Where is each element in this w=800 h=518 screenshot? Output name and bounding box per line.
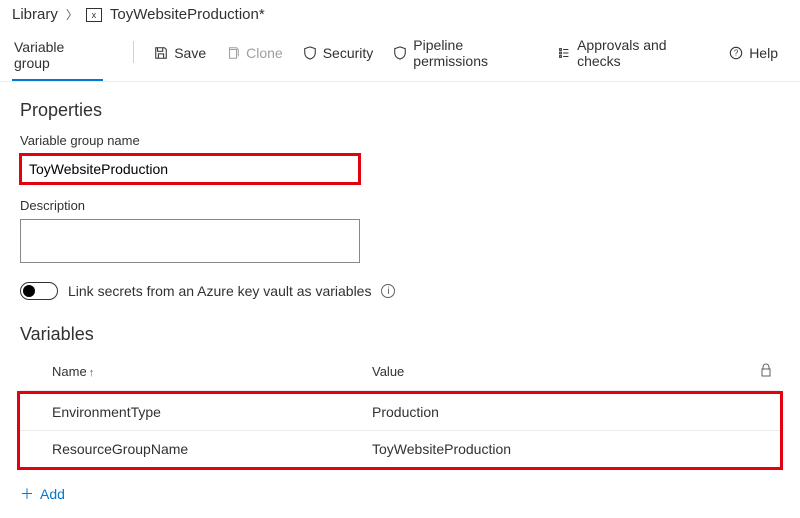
tab-variable-group[interactable]: Variable group: [12, 29, 103, 81]
variable-group-name-label: Variable group name: [0, 129, 800, 152]
variable-value: Production: [372, 404, 748, 420]
variable-group-name-input[interactable]: [20, 154, 360, 184]
save-button[interactable]: Save: [144, 39, 216, 71]
toolbar: Variable group Save Clone Security Pipel…: [0, 25, 800, 82]
approvals-checks-button[interactable]: Approvals and checks: [547, 31, 719, 79]
table-header: Name↑ Value: [20, 353, 780, 391]
sort-asc-icon: ↑: [89, 367, 95, 379]
properties-heading: Properties: [0, 100, 800, 121]
plus-icon: ＋: [20, 484, 34, 504]
pipeline-permissions-button[interactable]: Pipeline permissions: [383, 31, 547, 79]
description-input[interactable]: [20, 219, 360, 263]
variables-table: Name↑ Value EnvironmentType Production R…: [0, 353, 800, 470]
description-label: Description: [0, 194, 800, 217]
info-icon[interactable]: i: [381, 284, 395, 298]
breadcrumb-current: ToyWebsiteProduction*: [110, 6, 265, 23]
save-icon: [154, 46, 168, 60]
variable-name: ResourceGroupName: [52, 441, 372, 457]
variable-value: ToyWebsiteProduction: [372, 441, 748, 457]
clone-button: Clone: [216, 39, 293, 71]
help-icon: ?: [729, 46, 743, 60]
column-value[interactable]: Value: [372, 364, 748, 379]
variable-group-icon: x: [86, 8, 102, 22]
shield-icon: [393, 46, 407, 60]
highlighted-rows: EnvironmentType Production ResourceGroup…: [17, 391, 783, 470]
column-secret: [748, 363, 772, 380]
table-row[interactable]: EnvironmentType Production: [20, 394, 780, 431]
keyvault-toggle-label: Link secrets from an Azure key vault as …: [68, 283, 371, 299]
column-name[interactable]: Name↑: [52, 364, 372, 379]
clone-icon: [226, 46, 240, 60]
svg-text:?: ?: [734, 49, 739, 58]
help-button[interactable]: ? Help: [719, 39, 788, 71]
variable-name: EnvironmentType: [52, 404, 372, 420]
shield-icon: [303, 46, 317, 60]
chevron-right-icon: 〉: [66, 6, 78, 23]
add-variable-button[interactable]: ＋ Add: [0, 470, 85, 518]
keyvault-toggle[interactable]: [20, 282, 58, 300]
checklist-icon: [557, 46, 571, 60]
table-row[interactable]: ResourceGroupName ToyWebsiteProduction: [20, 431, 780, 467]
separator: [133, 41, 134, 63]
breadcrumb: Library 〉 x ToyWebsiteProduction*: [0, 0, 800, 25]
lock-icon: [760, 363, 772, 377]
breadcrumb-root[interactable]: Library: [12, 6, 58, 23]
security-button[interactable]: Security: [293, 39, 384, 71]
variables-heading: Variables: [0, 324, 800, 345]
